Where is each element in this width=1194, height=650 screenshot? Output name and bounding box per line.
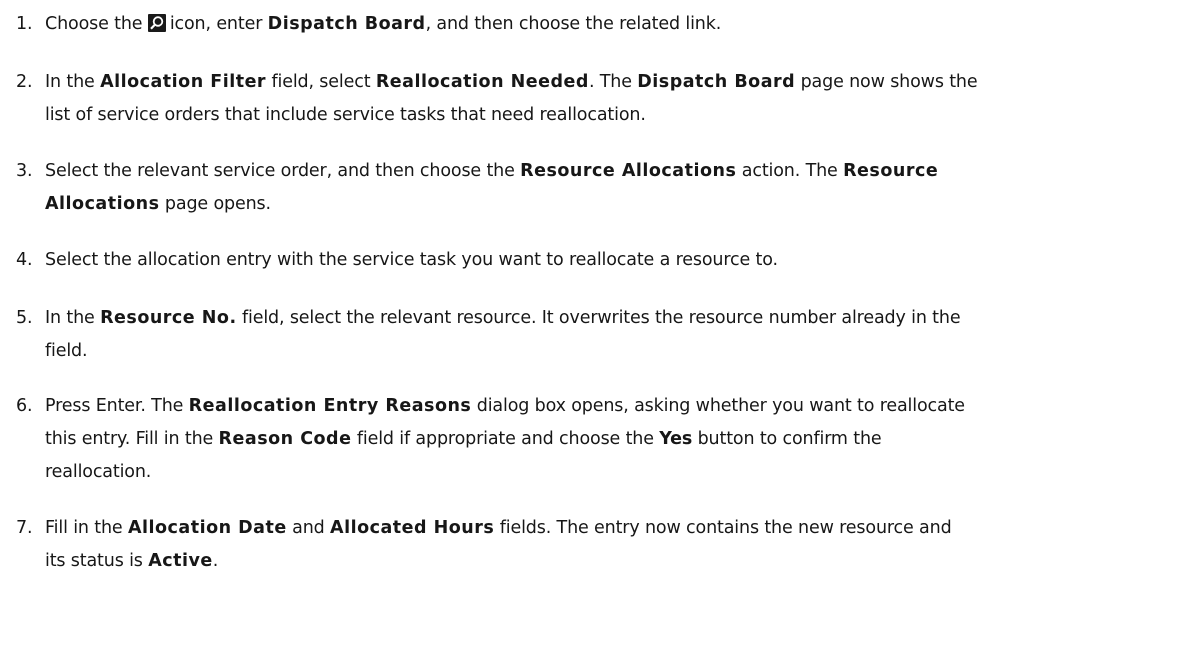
ui-term: Allocation Date <box>127 518 287 538</box>
ui-term: Yes <box>659 429 693 449</box>
step-4: 4. Select the allocation entry with the s… <box>16 244 1186 277</box>
ui-term: Allocated Hours <box>330 518 495 538</box>
ui-term: Dispatch Board <box>637 72 796 92</box>
ui-term: Dispatch Board <box>267 14 426 34</box>
search-icon <box>147 14 166 32</box>
step-1: 1. Choose the icon, enter Dispatch Board,… <box>16 8 1186 41</box>
step-number: 3. <box>16 161 33 181</box>
step-6: 6. Press Enter. The Reallocation Entry Re… <box>16 390 1186 489</box>
step-number: 6. <box>16 396 33 416</box>
ui-term: Resource No. <box>100 308 237 328</box>
step-number: 2. <box>16 72 33 92</box>
ui-term: Resource <box>843 161 939 181</box>
ui-term: Reallocation Needed <box>375 72 589 92</box>
ui-term: Active <box>148 551 213 571</box>
step-2: 2. In the Allocation Filter field, select… <box>16 66 1186 132</box>
step-number: 4. <box>16 250 33 270</box>
ui-term: Resource Allocations <box>520 161 737 181</box>
ui-term: Reallocation Entry Reasons <box>188 396 472 416</box>
step-3: 3. Select the relevant service order, and… <box>16 155 1186 221</box>
ui-term: Allocation Filter <box>100 72 267 92</box>
step-7: 7. Fill in the Allocation Date and Alloca… <box>16 512 1186 578</box>
step-number: 5. <box>16 308 33 328</box>
step-number: 1. <box>16 14 33 34</box>
ui-term: Reason Code <box>218 429 352 449</box>
step-5: 5. In the Resource No. field, select the … <box>16 302 1186 368</box>
step-number: 7. <box>16 518 33 538</box>
ui-term: Allocations <box>45 194 160 214</box>
